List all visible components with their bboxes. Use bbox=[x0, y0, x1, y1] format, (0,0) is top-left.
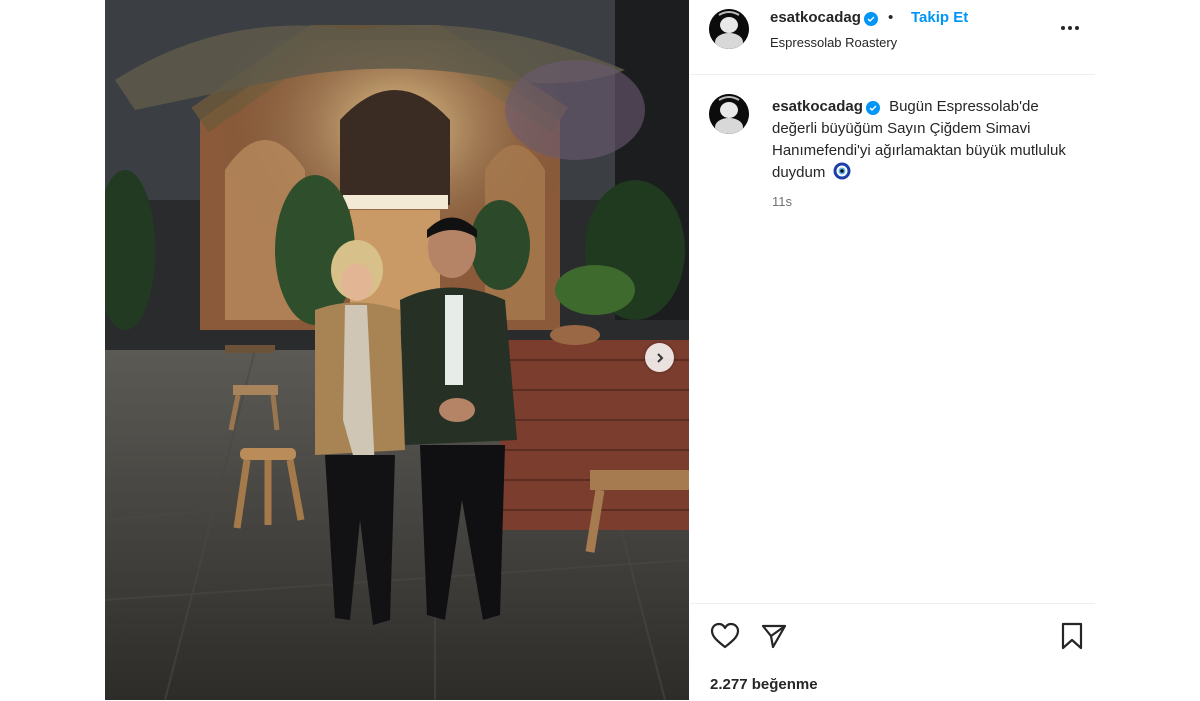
caption-text: esatkocadag Bugün Espressolab'de değerli… bbox=[772, 96, 1087, 184]
share-send-icon bbox=[761, 624, 787, 649]
username[interactable]: esatkocadag bbox=[770, 9, 878, 26]
like-heart-icon bbox=[710, 622, 740, 649]
caption-username-text[interactable]: esatkocadag bbox=[772, 98, 863, 115]
post-photo[interactable] bbox=[105, 0, 689, 700]
post-header: esatkocadag • Takip Et Espressolab Roast… bbox=[690, 0, 1095, 75]
next-arrow-icon bbox=[656, 352, 663, 363]
follow-button[interactable]: Takip Et bbox=[911, 9, 968, 26]
save-button[interactable] bbox=[1060, 622, 1084, 655]
verified-badge-icon bbox=[865, 101, 880, 115]
username-text[interactable]: esatkocadag bbox=[770, 9, 861, 26]
share-button[interactable] bbox=[760, 622, 788, 655]
location-link[interactable]: Espressolab Roastery bbox=[770, 35, 897, 50]
avatar-image bbox=[709, 94, 749, 134]
more-options-icon bbox=[1061, 26, 1079, 30]
likes-count[interactable]: 2.277 beğenme bbox=[710, 676, 818, 693]
post-side-panel: esatkocadag • Takip Et Espressolab Roast… bbox=[690, 0, 1095, 700]
avatar[interactable] bbox=[709, 9, 749, 49]
like-button[interactable] bbox=[710, 622, 740, 655]
save-bookmark-icon bbox=[1061, 622, 1083, 650]
verified-badge-icon bbox=[863, 12, 878, 26]
action-bar: 2.277 beğenme bbox=[690, 603, 1095, 701]
timestamp[interactable]: 11s bbox=[772, 194, 792, 209]
next-photo-button[interactable] bbox=[645, 343, 674, 372]
more-options-button[interactable] bbox=[1056, 16, 1084, 40]
separator-dot: • bbox=[888, 9, 894, 26]
photo-scene bbox=[105, 0, 689, 700]
caption-avatar[interactable] bbox=[709, 94, 749, 134]
caption-username[interactable]: esatkocadag bbox=[772, 98, 880, 115]
nazar-boncuk-icon bbox=[833, 162, 851, 180]
avatar-image bbox=[709, 9, 749, 49]
